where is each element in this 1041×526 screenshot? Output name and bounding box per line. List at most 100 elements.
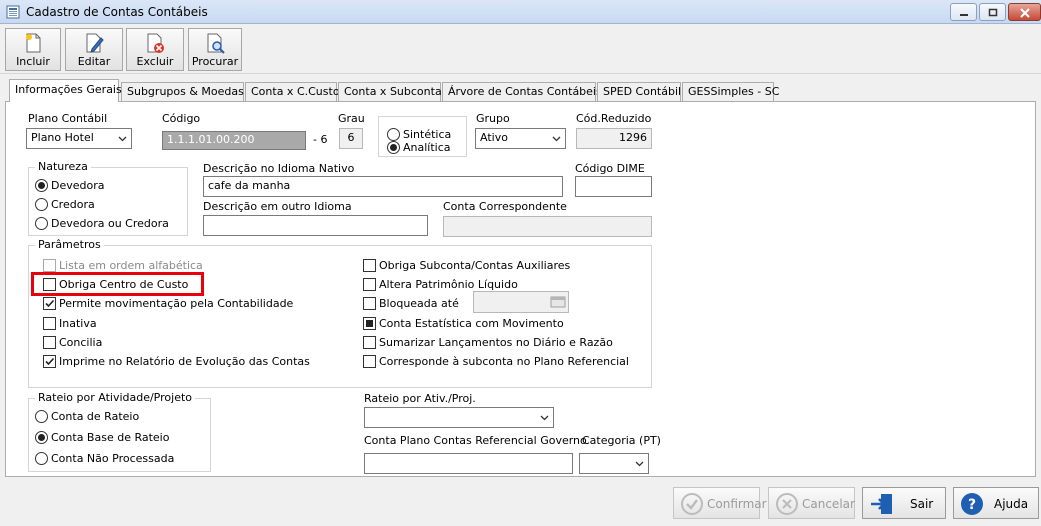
- analitica-option[interactable]: Analítica: [387, 140, 451, 154]
- permite-movimentacao-checkbox[interactable]: [43, 296, 56, 310]
- imprime-relatorio-checkbox[interactable]: [43, 354, 56, 368]
- help-icon: ?: [961, 493, 983, 515]
- ref-gov-label: Conta Plano Contas Referencial Governo: [364, 434, 587, 447]
- concilia-checkbox[interactable]: [43, 335, 56, 349]
- param-lista-alfabetica[interactable]: Lista em ordem alfabética: [43, 258, 203, 272]
- conta-rateio-radio[interactable]: [35, 409, 48, 423]
- analitica-radio[interactable]: [387, 140, 400, 154]
- rateio-title: Rateio por Atividade/Projeto: [35, 391, 195, 404]
- tab-gessimples-sc[interactable]: GESSimples - SC: [682, 82, 779, 101]
- cod-reduzido-label: Cód.Reduzido: [576, 112, 652, 125]
- sintetica-radio[interactable]: [387, 127, 400, 141]
- param-permite-movimentacao[interactable]: Permite movimentação pela Contabilidade: [43, 296, 293, 310]
- conta-base-radio[interactable]: [35, 430, 48, 444]
- sair-button[interactable]: Sair: [862, 487, 946, 519]
- grupo-select[interactable]: Ativo: [475, 128, 566, 149]
- devedora-radio[interactable]: [35, 178, 48, 192]
- sintetica-option[interactable]: Sintética: [387, 127, 451, 141]
- window-title: Cadastro de Contas Contábeis: [26, 5, 208, 19]
- tab-arvore-contas[interactable]: Árvore de Contas Contábeis: [442, 82, 602, 101]
- conta-nao-processada-option[interactable]: Conta Não Processada: [35, 451, 174, 465]
- conta-nao-processada-radio[interactable]: [35, 451, 48, 465]
- conta-corr-input: [443, 216, 652, 237]
- maximize-button[interactable]: [979, 3, 1006, 21]
- bloqueada-ate-date: [473, 291, 569, 313]
- excluir-label: Excluir: [136, 55, 174, 68]
- tab-subgrupos-moedas[interactable]: Subgrupos & Moedas: [121, 82, 244, 101]
- grupo-value: Ativo: [480, 131, 508, 144]
- devedora-credora-radio[interactable]: [35, 216, 48, 230]
- highlight-box: [31, 272, 204, 296]
- parametros-title: Parâmetros: [35, 238, 104, 251]
- desc-outro-label: Descrição em outro Idioma: [203, 200, 352, 213]
- editar-button[interactable]: Editar: [65, 28, 123, 71]
- delete-document-icon: [147, 33, 164, 53]
- tab-sped-contabil[interactable]: SPED Contábil: [597, 82, 681, 101]
- devedora-option[interactable]: Devedora: [35, 178, 105, 192]
- grau-label: Grau: [338, 112, 365, 125]
- tab-conta-subconta[interactable]: Conta x Subconta: [338, 82, 442, 101]
- param-concilia[interactable]: Concilia: [43, 335, 102, 349]
- chevron-down-icon: [635, 461, 644, 467]
- ref-gov-input[interactable]: [364, 453, 573, 474]
- desc-nativo-label: Descrição no Idioma Nativo: [203, 162, 355, 175]
- excluir-button[interactable]: Excluir: [126, 28, 184, 71]
- tab-informacoes-gerais[interactable]: Informações Gerais: [9, 79, 122, 102]
- chevron-down-icon: [118, 136, 127, 142]
- conta-estatistica-checkbox[interactable]: [363, 316, 376, 330]
- param-conta-estatistica[interactable]: Conta Estatística com Movimento: [363, 316, 564, 330]
- codigo-field[interactable]: 1.1.1.01.00.200: [162, 131, 306, 150]
- close-icon: [1019, 8, 1030, 18]
- lista-alfabetica-checkbox[interactable]: [43, 258, 56, 272]
- param-obriga-subconta[interactable]: Obriga Subconta/Contas Auxiliares: [363, 258, 570, 272]
- sumarizar-checkbox[interactable]: [363, 335, 376, 349]
- param-imprime-relatorio[interactable]: Imprime no Relatório de Evolução das Con…: [43, 354, 310, 368]
- param-altera-patrimonio[interactable]: Altera Patrimônio Líquido: [363, 277, 518, 291]
- cancel-circle-icon: [776, 493, 798, 515]
- desc-outro-input[interactable]: [203, 215, 428, 236]
- app-icon: [6, 5, 20, 19]
- credora-radio[interactable]: [35, 197, 48, 211]
- ajuda-button[interactable]: ? Ajuda: [953, 487, 1039, 519]
- procurar-button[interactable]: Procurar: [188, 28, 242, 71]
- sair-label: Sair: [910, 497, 934, 511]
- conta-rateio-option[interactable]: Conta de Rateio: [35, 409, 139, 423]
- plano-select[interactable]: Plano Hotel: [26, 128, 132, 149]
- incluir-button[interactable]: Incluir: [5, 28, 61, 71]
- close-button[interactable]: [1008, 3, 1041, 21]
- param-corresponde-subconta[interactable]: Corresponde à subconta no Plano Referenc…: [363, 354, 629, 368]
- devedora-credora-option[interactable]: Devedora ou Credora: [35, 216, 169, 230]
- minimize-button[interactable]: [950, 3, 977, 21]
- credora-option[interactable]: Credora: [35, 197, 95, 211]
- cod-reduzido-field: 1296: [576, 128, 652, 149]
- checkmark-icon: [45, 299, 55, 307]
- bloqueada-ate-checkbox[interactable]: [363, 296, 376, 310]
- codigo-dime-input[interactable]: [575, 176, 652, 197]
- param-inativa[interactable]: Inativa: [43, 316, 97, 330]
- conta-base-option[interactable]: Conta Base de Rateio: [35, 430, 169, 444]
- checkmark-icon: [45, 357, 55, 365]
- categoria-select[interactable]: [579, 453, 649, 474]
- obriga-subconta-checkbox[interactable]: [363, 258, 376, 272]
- codigo-label: Código: [162, 112, 201, 125]
- tab-conta-ccusto[interactable]: Conta x C.Custo: [245, 82, 340, 101]
- plano-value: Plano Hotel: [31, 131, 94, 144]
- param-bloqueada-ate[interactable]: Bloqueada até: [363, 296, 459, 310]
- cancelar-label: Cancelar: [802, 497, 855, 511]
- svg-text:?: ?: [968, 497, 976, 513]
- editar-label: Editar: [77, 55, 111, 68]
- altera-patrimonio-checkbox[interactable]: [363, 277, 376, 291]
- rateio-ativ-label: Rateio por Ativ./Proj.: [364, 392, 476, 405]
- codigo-dime-label: Código DIME: [575, 162, 645, 175]
- inativa-checkbox[interactable]: [43, 316, 56, 330]
- corresponde-subconta-checkbox[interactable]: [363, 354, 376, 368]
- edit-document-icon: [86, 33, 104, 53]
- rateio-ativ-select[interactable]: [364, 407, 554, 428]
- desc-nativo-input[interactable]: cafe da manha: [203, 176, 563, 197]
- grupo-label: Grupo: [476, 112, 510, 125]
- maximize-icon: [988, 8, 997, 17]
- cancelar-button[interactable]: Cancelar: [768, 487, 855, 519]
- confirmar-button[interactable]: Confirmar: [673, 487, 767, 519]
- chevron-down-icon: [552, 136, 561, 142]
- param-sumarizar[interactable]: Sumarizar Lançamentos no Diário e Razão: [363, 335, 613, 349]
